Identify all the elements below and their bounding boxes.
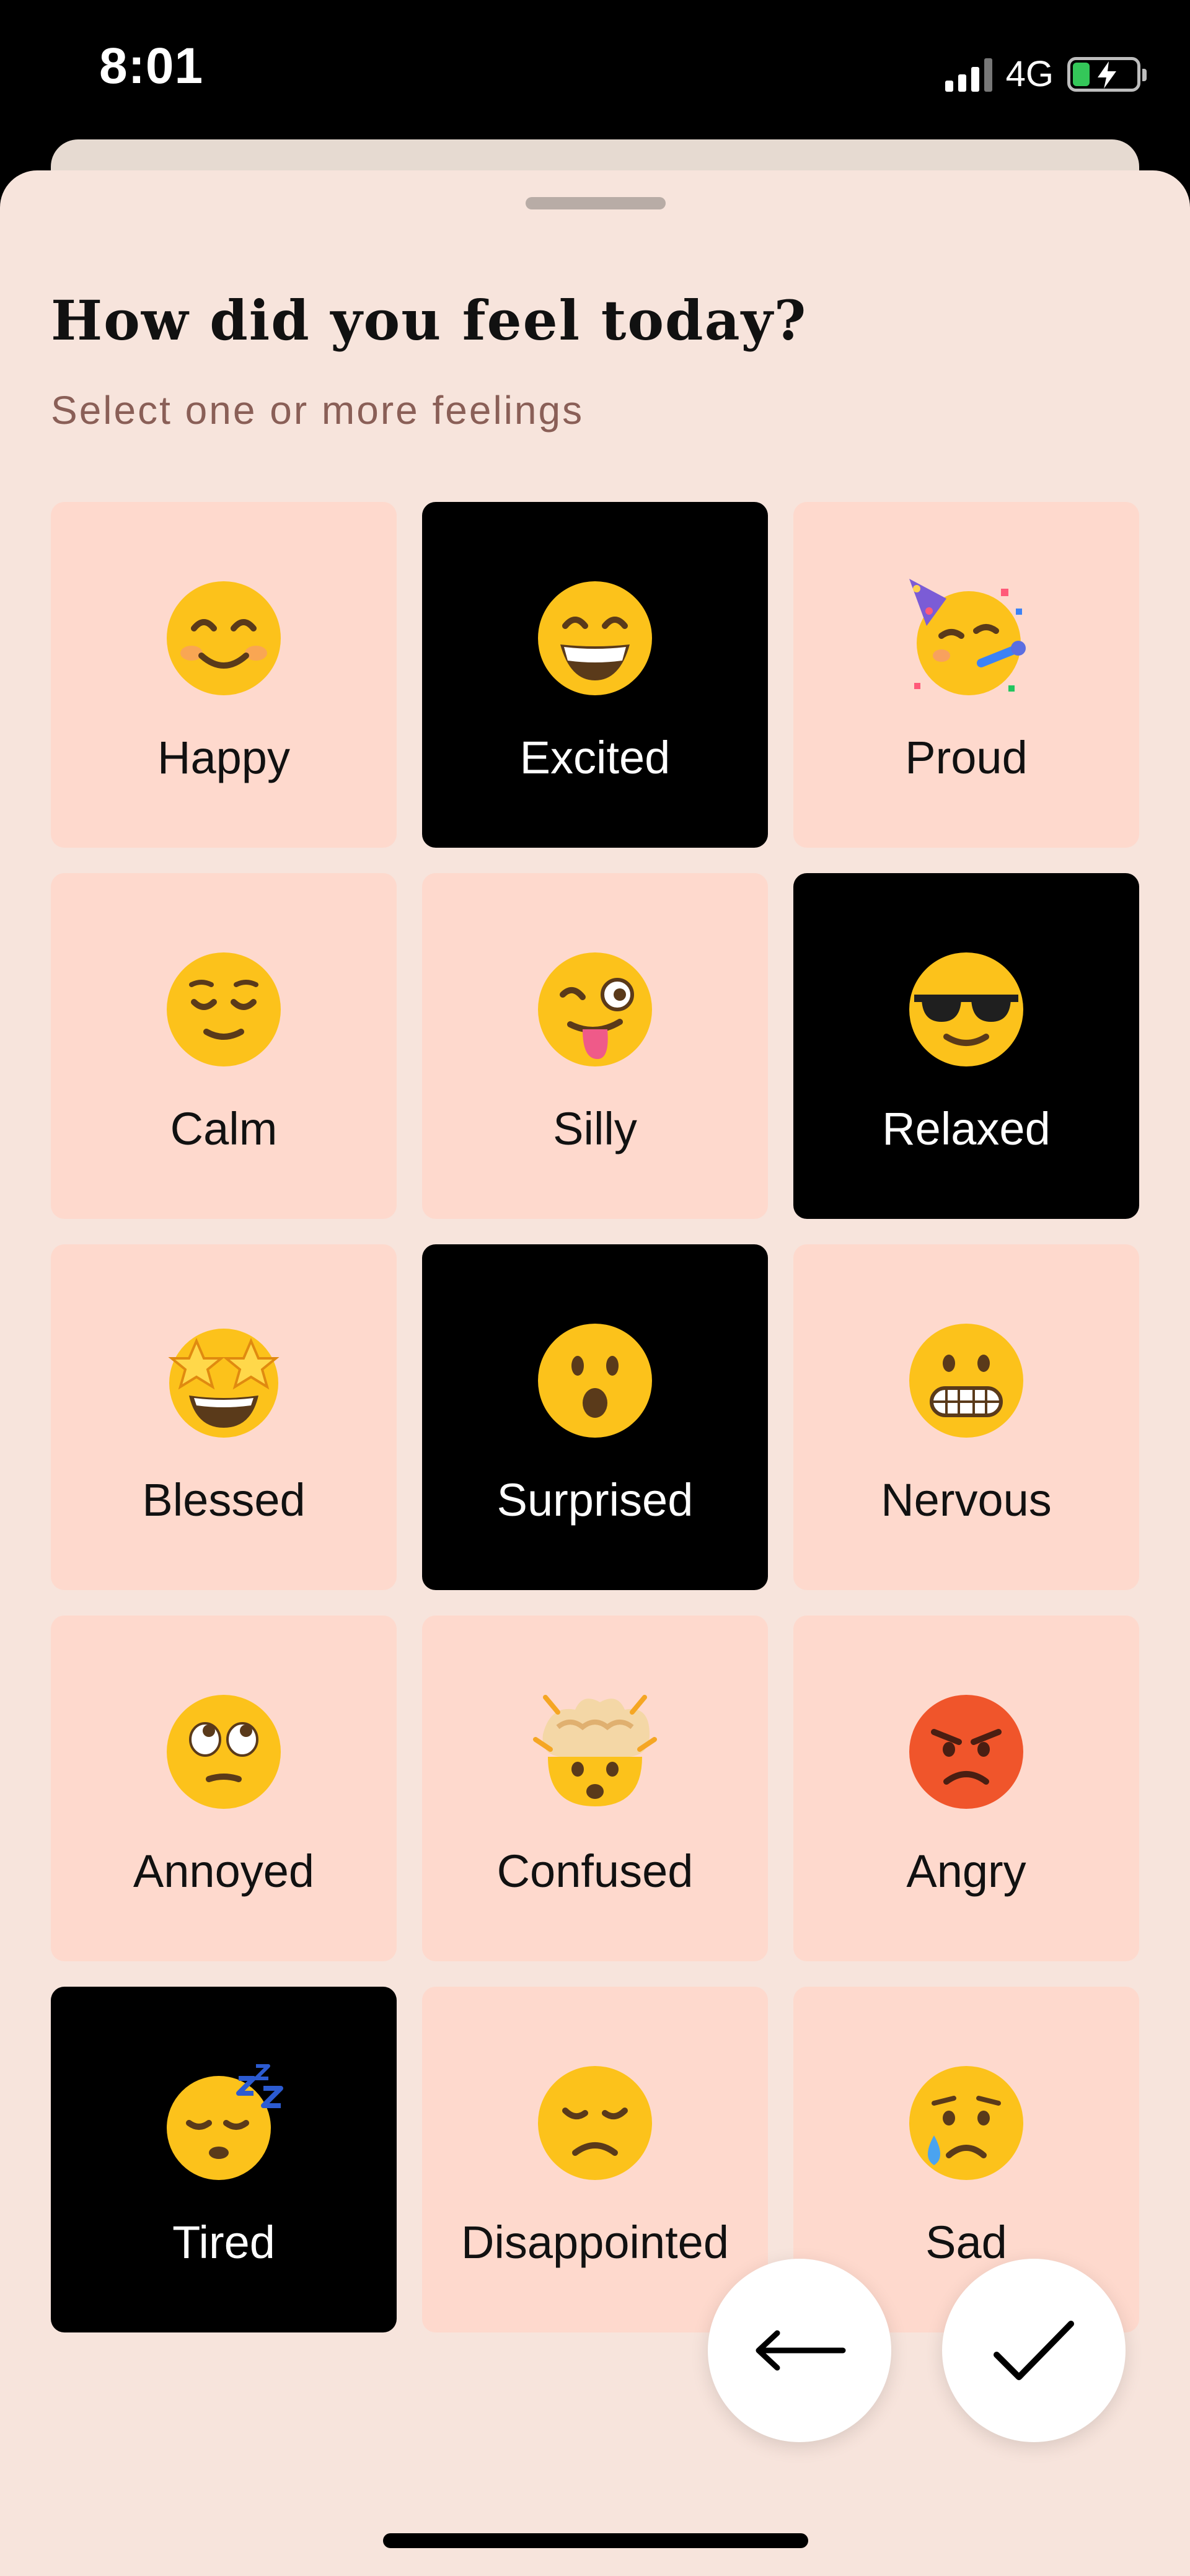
feeling-label: Disappointed [461, 2217, 729, 2268]
sheet-grabber[interactable] [526, 197, 666, 209]
feelings-grid: Happy Excited Proud Calm Silly Relaxed B… [51, 502, 1139, 2332]
feeling-label: Excited [519, 732, 671, 783]
winking-tongue-face-icon [538, 952, 652, 1066]
battery-level [1073, 62, 1090, 86]
network-type: 4G [1005, 54, 1054, 94]
crying-face-icon [909, 2066, 1023, 2180]
feeling-card-confused[interactable]: Confused [422, 1615, 768, 1961]
feeling-card-relaxed[interactable]: Relaxed [793, 873, 1139, 1219]
feeling-card-tired[interactable]: Tired [51, 1987, 397, 2332]
feeling-card-calm[interactable]: Calm [51, 873, 397, 1219]
feeling-label: Sad [925, 2217, 1007, 2268]
feeling-label: Proud [905, 732, 1028, 783]
status-bar: 8:01 4G [0, 0, 1190, 143]
feeling-card-nervous[interactable]: Nervous [793, 1244, 1139, 1590]
angry-face-icon [909, 1695, 1023, 1809]
star-struck-face-icon [168, 1329, 280, 1438]
feeling-card-happy[interactable]: Happy [51, 502, 397, 848]
disappointed-face-icon [538, 2066, 652, 2180]
confirm-button[interactable] [942, 2259, 1126, 2442]
feeling-card-blessed[interactable]: Blessed [51, 1244, 397, 1590]
feelings-sheet: How did you feel today? Select one or mo… [0, 170, 1190, 2576]
feeling-label: Nervous [881, 1474, 1052, 1526]
feeling-card-disappointed[interactable]: Disappointed [422, 1987, 768, 2332]
partying-face-icon [909, 579, 1026, 695]
checkmark-icon [994, 2321, 1074, 2380]
feeling-label: Silly [553, 1103, 637, 1154]
feeling-label: Happy [157, 732, 290, 783]
status-time: 8:01 [99, 38, 204, 94]
home-indicator [383, 2533, 808, 2548]
sleeping-face-icon [167, 2064, 283, 2180]
feeling-card-angry[interactable]: Angry [793, 1615, 1139, 1961]
feeling-label: Relaxed [882, 1103, 1051, 1154]
exploding-head-icon [533, 1695, 657, 1806]
feeling-label: Tired [172, 2217, 275, 2268]
eye-roll-face-icon [167, 1695, 281, 1809]
cellular-signal-icon [945, 57, 992, 92]
arrow-left-icon [756, 2330, 846, 2371]
feeling-label: Angry [906, 1845, 1026, 1897]
feeling-label: Surprised [496, 1474, 694, 1526]
feeling-label: Confused [496, 1845, 694, 1897]
smiling-face-icon [167, 581, 281, 695]
back-button[interactable] [708, 2259, 891, 2442]
status-indicators: 4G [945, 53, 1147, 95]
grimacing-face-icon [909, 1324, 1023, 1438]
feeling-card-annoyed[interactable]: Annoyed [51, 1615, 397, 1961]
battery-icon [1067, 56, 1147, 92]
feeling-card-surprised[interactable]: Surprised [422, 1244, 768, 1590]
feeling-card-silly[interactable]: Silly [422, 873, 768, 1219]
relieved-face-icon [167, 952, 281, 1066]
charging-bolt-icon [1098, 61, 1116, 89]
feeling-card-proud[interactable]: Proud [793, 502, 1139, 848]
feeling-label: Blessed [142, 1474, 306, 1526]
feeling-card-excited[interactable]: Excited [422, 502, 768, 848]
feeling-label: Calm [170, 1103, 278, 1154]
page-subtitle: Select one or more feelings [51, 388, 584, 433]
hushed-face-icon [538, 1324, 652, 1438]
page-title: How did you feel today? [51, 288, 808, 353]
feeling-label: Annoyed [133, 1845, 315, 1897]
sunglasses-face-icon [909, 952, 1023, 1066]
grinning-face-icon [538, 581, 652, 695]
